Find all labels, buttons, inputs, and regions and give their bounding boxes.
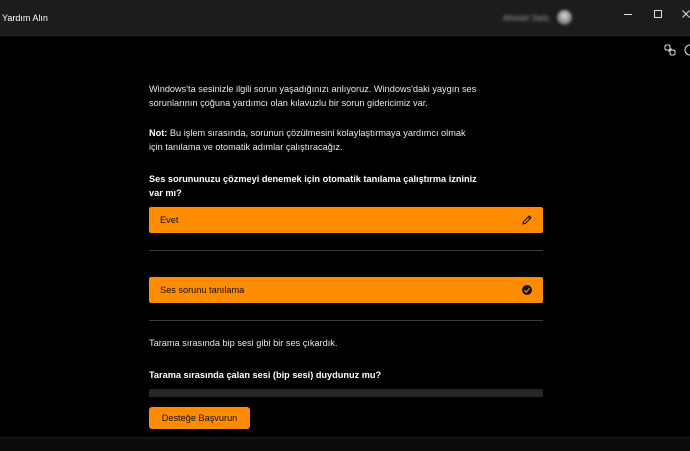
maximize-button[interactable]	[645, 5, 671, 23]
status-message: Tarama sırasında bip sesi gibi bir ses ç…	[149, 338, 338, 348]
divider	[149, 250, 543, 251]
user-name: Ahmet Sels	[503, 12, 550, 23]
contact-support-button[interactable]: Desteğe Başvurun	[149, 407, 250, 429]
question-heard-beep: Tarama sırasında çalan sesi (bip sesi) d…	[149, 370, 382, 380]
app-title: Yardım Alın	[2, 13, 48, 23]
maximize-icon	[654, 10, 662, 18]
divider	[149, 320, 543, 321]
pencil-icon[interactable]	[521, 214, 533, 226]
close-icon	[682, 10, 690, 18]
minimize-button[interactable]	[615, 5, 641, 23]
bottom-edge	[0, 437, 690, 451]
answer-yes-label: Evet	[160, 215, 179, 225]
minimize-icon	[624, 14, 632, 15]
title-bar: Yardım Alın Ahmet Sels	[0, 0, 690, 36]
answer-options-panel	[149, 389, 543, 397]
close-button[interactable]	[673, 5, 690, 23]
question-run-diagnostics: Ses sorununuzu çözmeyi denemek için otom…	[149, 174, 477, 198]
check-circle-icon	[522, 285, 532, 295]
share-button[interactable]	[663, 43, 677, 57]
note-label: Not:	[149, 128, 168, 138]
note-text: Bu işlem sırasında, sorunun çözülmesini …	[149, 128, 466, 152]
answer-sound-diagnostics[interactable]: Ses sorunu tanılama	[149, 277, 543, 303]
help-button[interactable]	[683, 43, 690, 57]
note-message: Not: Bu işlem sırasında, sorunun çözülme…	[149, 126, 479, 154]
answer-yes[interactable]: Evet	[149, 207, 543, 233]
avatar	[557, 10, 573, 25]
answer-sound-diagnostics-label: Ses sorunu tanılama	[160, 285, 245, 295]
share-link-icon	[664, 44, 676, 56]
intro-message: Windows'ta sesinizle ilgili sorun yaşadı…	[149, 84, 477, 108]
account-area[interactable]: Ahmet Sels	[503, 10, 573, 25]
help-icon	[684, 44, 690, 56]
